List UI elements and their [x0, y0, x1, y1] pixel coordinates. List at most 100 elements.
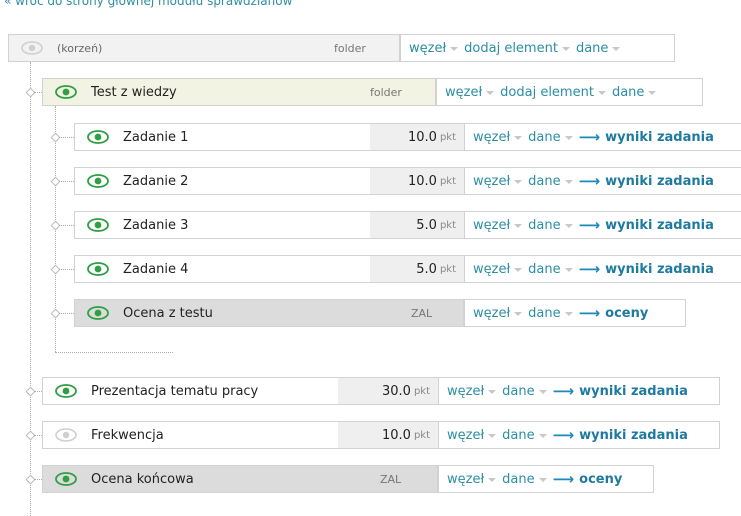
eye-icon[interactable]: [55, 384, 77, 398]
score-cell: 30.0 pkt: [338, 377, 438, 405]
row-name: Prezentacja tematu pracy: [91, 383, 259, 399]
node-menu[interactable]: węzeł: [447, 428, 502, 443]
hidden-eye-icon[interactable]: [21, 41, 43, 55]
row-name: Zadanie 2: [123, 173, 189, 189]
chevron-down-icon: [488, 434, 497, 438]
chevron-down-icon: [514, 312, 523, 316]
arrow-right-icon: ⟶: [578, 259, 601, 278]
score-value: 5.0: [416, 217, 437, 233]
node-type-label: ZAL: [411, 306, 433, 320]
data-menu[interactable]: dane: [528, 218, 578, 233]
score-value: 30.0: [381, 383, 411, 399]
hidden-eye-icon[interactable]: [55, 428, 77, 442]
node-menu[interactable]: węzeł: [473, 174, 528, 189]
score-cell: 10.0 pkt: [370, 167, 464, 195]
eye-icon[interactable]: [87, 306, 109, 320]
row-name: Zadanie 3: [123, 217, 189, 233]
chevron-down-icon: [488, 478, 497, 482]
chevron-down-icon: [564, 312, 573, 316]
eye-icon[interactable]: [87, 130, 109, 144]
row-name: Ocena z testu: [123, 305, 213, 321]
add-element-menu[interactable]: dodaj element: [464, 41, 576, 56]
data-menu[interactable]: dane: [528, 130, 578, 145]
row-actions: węzeł dane ⟶ wyniki zadania: [464, 255, 741, 283]
row-actions: węzeł dane ⟶ wyniki zadania: [464, 167, 741, 195]
tree-branch: [59, 313, 74, 314]
node-menu[interactable]: węzeł: [473, 306, 528, 321]
tree-branch: [34, 479, 42, 480]
node-menu[interactable]: węzeł: [445, 85, 500, 100]
node-menu[interactable]: węzeł: [473, 262, 528, 277]
chevron-down-icon: [597, 91, 606, 95]
node-type-label: ZAL: [380, 472, 402, 486]
data-menu[interactable]: dane: [528, 262, 578, 277]
task-results-link[interactable]: ⟶ wyniki zadania: [579, 217, 714, 233]
tree-branch: [59, 137, 74, 138]
chevron-down-icon: [486, 91, 495, 95]
add-element-menu[interactable]: dodaj element: [500, 85, 612, 100]
data-menu[interactable]: dane: [528, 306, 578, 321]
grades-link[interactable]: ⟶ oceny: [578, 303, 649, 322]
node-menu[interactable]: węzeł: [409, 41, 464, 56]
back-to-module-link[interactable]: « wróć do strony głównej modułu sprawdzi…: [4, 0, 292, 8]
data-menu[interactable]: dane: [612, 85, 662, 100]
score-value: 10.0: [407, 129, 437, 145]
score-value: 10.0: [381, 427, 411, 443]
row-name: Zadanie 4: [123, 261, 189, 277]
row-actions: węzeł dane ⟶ wyniki zadania: [464, 211, 741, 239]
chevron-down-icon: [450, 47, 459, 51]
tree-branch: [59, 225, 74, 226]
score-unit: pkt: [439, 263, 456, 275]
arrow-right-icon: ⟶: [552, 381, 575, 400]
grades-link[interactable]: ⟶ oceny: [552, 469, 623, 488]
node-menu[interactable]: węzeł: [447, 472, 502, 487]
data-menu[interactable]: dane: [502, 472, 552, 487]
score-unit: pkt: [439, 175, 456, 187]
chevron-down-icon: [561, 47, 570, 51]
task-results-link[interactable]: ⟶ wyniki zadania: [552, 381, 688, 400]
eye-icon[interactable]: [87, 218, 109, 232]
arrow-right-icon: ⟶: [578, 127, 601, 146]
row-actions: węzeł dodaj element dane: [400, 34, 675, 62]
score-cell: 5.0 pkt: [370, 255, 464, 283]
eye-icon[interactable]: [87, 262, 109, 276]
arrow-right-icon: ⟶: [578, 171, 601, 190]
node-type-label: folder: [334, 41, 366, 55]
task-results-link[interactable]: ⟶ wyniki zadania: [578, 259, 714, 278]
chevron-down-icon: [514, 180, 523, 184]
chevron-down-icon: [612, 47, 621, 51]
node-menu[interactable]: węzeł: [473, 130, 528, 145]
row-actions: węzeł dodaj element dane: [436, 78, 703, 106]
row-name: Test z wiedzy: [91, 84, 177, 100]
data-menu[interactable]: dane: [576, 41, 626, 56]
chevron-down-icon: [564, 180, 573, 184]
score-unit: pkt: [413, 385, 430, 397]
data-menu[interactable]: dane: [528, 174, 578, 189]
row-actions: węzeł dane ⟶ wyniki zadania: [438, 377, 720, 405]
tree-line-test-end: [55, 352, 173, 353]
node-menu[interactable]: węzeł: [473, 218, 528, 233]
score-value: 5.0: [416, 261, 437, 277]
tree-line-root: [30, 62, 31, 516]
data-menu[interactable]: dane: [502, 384, 552, 399]
score-cell: 10.0 pkt: [370, 123, 464, 151]
eye-icon[interactable]: [87, 174, 109, 188]
chevron-down-icon: [538, 478, 547, 482]
row-actions: węzeł dane ⟶ oceny: [438, 465, 654, 493]
row-name: (korzeń): [57, 41, 103, 55]
score-cell: 10.0 pkt: [338, 421, 438, 449]
eye-icon[interactable]: [55, 472, 77, 486]
node-menu[interactable]: węzeł: [447, 384, 502, 399]
task-results-link[interactable]: ⟶ wyniki zadania: [553, 427, 688, 443]
arrow-right-icon: ⟶: [552, 469, 575, 488]
task-results-link[interactable]: ⟶ wyniki zadania: [578, 171, 714, 190]
tree-branch: [34, 435, 42, 436]
tree-branch: [34, 92, 42, 93]
tree-branch: [59, 181, 74, 182]
row-actions: węzeł dane ⟶ wyniki zadania: [464, 123, 741, 151]
eye-icon[interactable]: [55, 85, 77, 99]
data-menu[interactable]: dane: [502, 428, 552, 443]
task-results-link[interactable]: ⟶ wyniki zadania: [578, 127, 714, 146]
chevron-down-icon: [564, 224, 573, 228]
arrow-right-icon: ⟶: [578, 303, 601, 322]
